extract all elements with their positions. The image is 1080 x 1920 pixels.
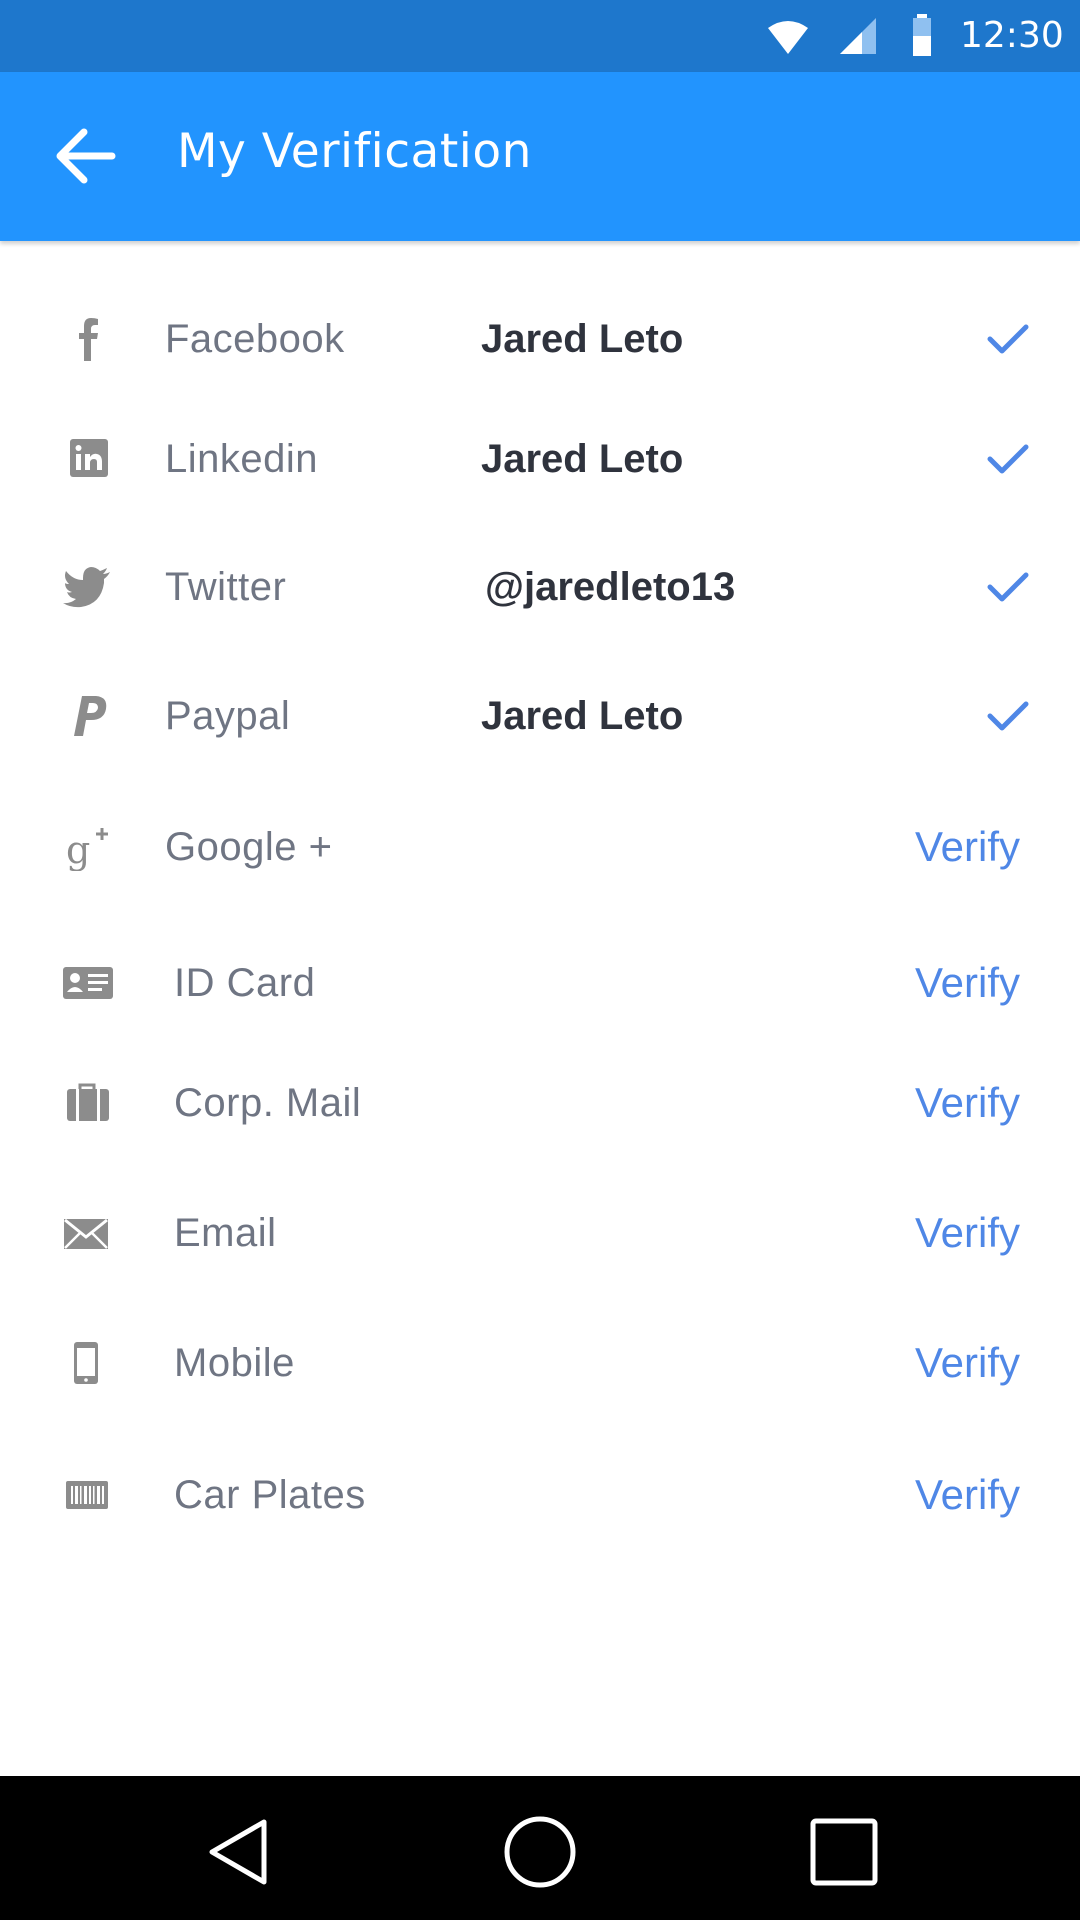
- facebook-icon: [79, 318, 98, 361]
- app-bar: My Verification: [0, 72, 1080, 241]
- row-label: Linkedin: [165, 437, 319, 481]
- verification-row-corp-mail: Corp. Mail Verify: [0, 1047, 1080, 1159]
- row-label: Paypal: [165, 694, 291, 738]
- back-button[interactable]: [48, 120, 128, 192]
- mobile-phone-icon: [74, 1342, 98, 1384]
- verification-row-id-card: ID Card Verify: [0, 927, 1080, 1039]
- check-icon: [987, 444, 1029, 474]
- svg-text:g: g: [66, 828, 90, 871]
- wifi-icon: [768, 21, 808, 54]
- row-value: Jared Leto: [481, 317, 684, 361]
- row-label: Mobile: [174, 1341, 295, 1385]
- row-label: Email: [174, 1211, 277, 1255]
- verification-row-google-plus: g Google + Verify: [0, 791, 1080, 903]
- verification-row-mobile: Mobile Verify: [0, 1307, 1080, 1419]
- row-label: Twitter: [165, 565, 287, 609]
- nav-back-icon[interactable]: [198, 1812, 278, 1892]
- verify-button[interactable]: Verify: [915, 955, 1020, 1011]
- row-label: Corp. Mail: [174, 1081, 362, 1125]
- nav-recents-icon[interactable]: [804, 1812, 884, 1892]
- verification-row-email: Email Verify: [0, 1177, 1080, 1289]
- row-label: Facebook: [165, 317, 345, 361]
- verification-row-linkedin: Linkedin Jared Leto: [0, 403, 1080, 515]
- cell-signal-icon: [840, 18, 876, 54]
- nav-home-icon[interactable]: [500, 1812, 580, 1892]
- verification-row-car-plates: Car Plates Verify: [0, 1439, 1080, 1551]
- verification-row-twitter: Twitter @jaredleto13: [0, 531, 1080, 643]
- verify-button[interactable]: Verify: [915, 1335, 1020, 1391]
- google-plus-icon: g: [66, 828, 108, 871]
- row-label: Google +: [165, 825, 333, 869]
- row-value: Jared Leto: [481, 694, 684, 738]
- twitter-icon: [63, 567, 110, 608]
- status-time: 12:30: [960, 15, 1064, 56]
- page-title: My Verification: [177, 124, 532, 179]
- check-icon: [987, 324, 1029, 354]
- envelope-icon: [64, 1218, 108, 1249]
- arrow-left-icon: [56, 128, 116, 184]
- verify-button[interactable]: Verify: [915, 1467, 1020, 1523]
- navigation-bar: [0, 1776, 1080, 1920]
- linkedin-icon: [70, 439, 108, 477]
- check-icon: [987, 572, 1029, 602]
- check-icon: [987, 701, 1029, 731]
- paypal-icon: [74, 696, 107, 736]
- battery-icon: [913, 14, 931, 56]
- briefcase-icon: [67, 1083, 109, 1121]
- id-card-icon: [63, 967, 113, 999]
- barcode-icon: [66, 1481, 108, 1509]
- row-value: Jared Leto: [481, 437, 684, 481]
- verification-row-paypal: Paypal Jared Leto: [0, 660, 1080, 772]
- status-bar: 12:30: [0, 0, 1080, 72]
- verify-button[interactable]: Verify: [915, 1075, 1020, 1131]
- row-value: @jaredleto13: [485, 565, 736, 609]
- row-label: ID Card: [174, 961, 316, 1005]
- verify-button[interactable]: Verify: [915, 1205, 1020, 1261]
- row-label: Car Plates: [174, 1473, 366, 1517]
- verification-row-facebook: Facebook Jared Leto: [0, 283, 1080, 395]
- verify-button[interactable]: Verify: [915, 819, 1020, 875]
